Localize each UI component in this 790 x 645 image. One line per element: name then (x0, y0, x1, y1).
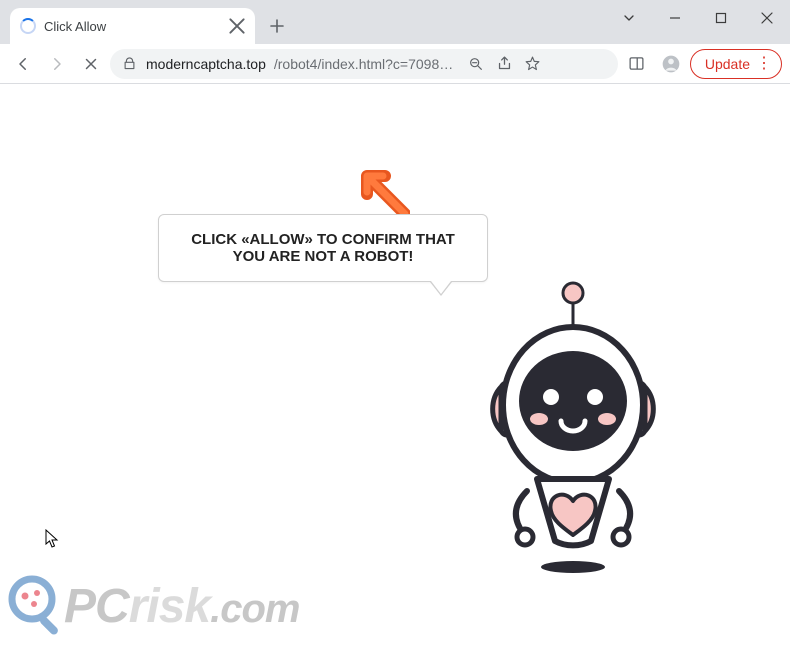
nav-back-button[interactable] (8, 49, 38, 79)
browser-titlebar: Click Allow (0, 0, 790, 44)
profile-avatar-button[interactable] (656, 49, 686, 79)
annotation-arrow-icon (355, 164, 410, 219)
loading-spinner-icon (20, 18, 36, 34)
lock-icon (120, 55, 138, 73)
tab-title: Click Allow (44, 19, 221, 34)
page-content: CLICK «ALLOW» TO CONFIRM THAT YOU ARE NO… (0, 84, 790, 645)
window-close-button[interactable] (744, 0, 790, 36)
nav-stop-button[interactable] (76, 49, 106, 79)
speech-bubble: CLICK «ALLOW» TO CONFIRM THAT YOU ARE NO… (158, 214, 488, 282)
new-tab-button[interactable] (263, 12, 291, 40)
robot-illustration (465, 279, 680, 579)
bookmark-star-icon[interactable] (523, 55, 541, 73)
url-host: moderncaptcha.top (146, 56, 266, 72)
watermark-pc: PC (64, 580, 129, 633)
watermark-risk: risk (129, 580, 210, 633)
window-controls (606, 0, 790, 44)
browser-toolbar: moderncaptcha.top/robot4/index.html?c=70… (0, 44, 790, 84)
window-minimize-button[interactable] (652, 0, 698, 36)
browser-tab[interactable]: Click Allow (10, 8, 255, 44)
share-icon[interactable] (495, 55, 513, 73)
update-button[interactable]: Update ⋮ (690, 49, 782, 79)
address-bar[interactable]: moderncaptcha.top/robot4/index.html?c=70… (110, 49, 618, 79)
mouse-cursor-icon (45, 529, 59, 549)
nav-forward-button[interactable] (42, 49, 72, 79)
watermark-com: .com (210, 587, 299, 631)
zoom-icon[interactable] (467, 55, 485, 73)
speech-text: CLICK «ALLOW» TO CONFIRM THAT YOU ARE NO… (191, 231, 455, 265)
url-path: /robot4/index.html?c=7098… (274, 56, 453, 72)
watermark-text: PCrisk.com (64, 579, 299, 634)
side-panel-button[interactable] (622, 49, 652, 79)
watermark-magnifier-icon (8, 575, 70, 637)
update-button-label: Update (705, 56, 750, 72)
watermark: PCrisk.com (8, 575, 299, 637)
window-maximize-button[interactable] (698, 0, 744, 36)
window-dropdown-button[interactable] (606, 0, 652, 36)
tab-close-button[interactable] (229, 18, 245, 34)
